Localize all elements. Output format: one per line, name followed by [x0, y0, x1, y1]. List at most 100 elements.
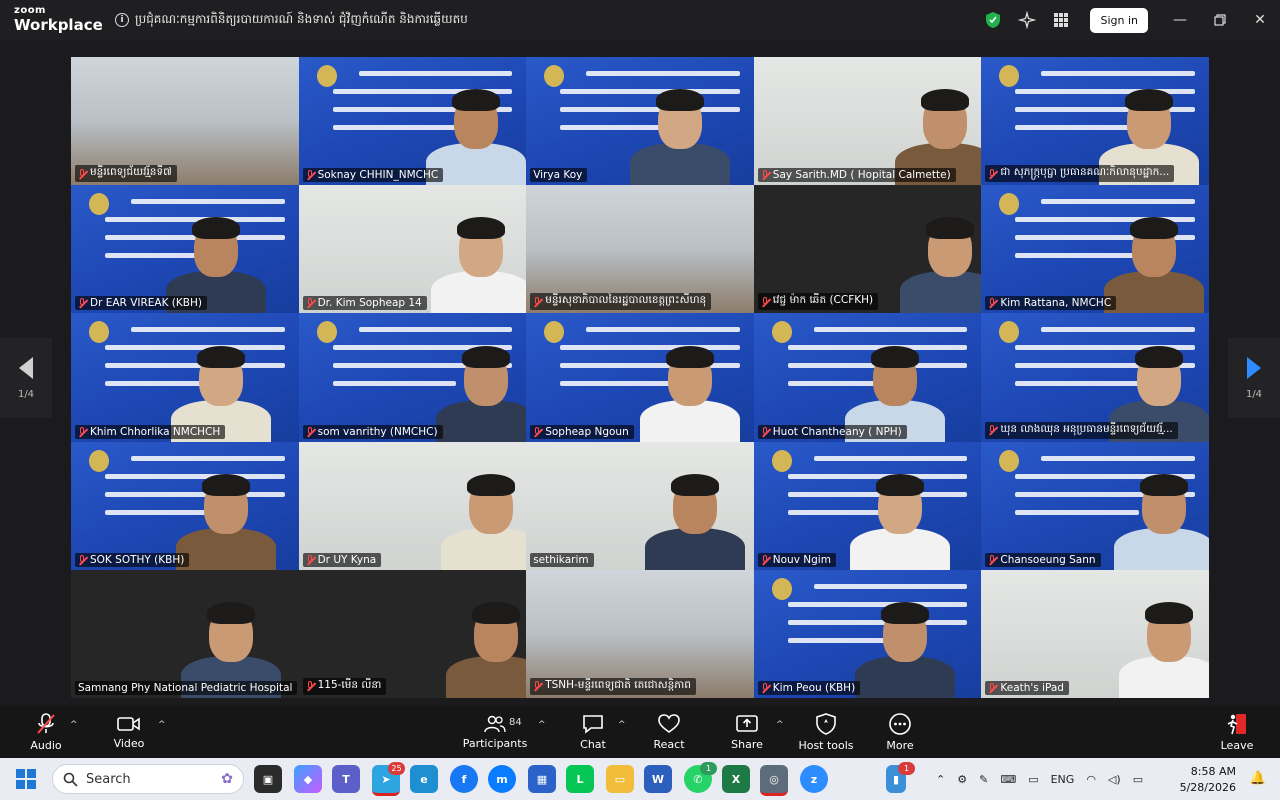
store-icon[interactable]: ▦: [528, 765, 556, 793]
volume-icon[interactable]: ◁): [1108, 773, 1121, 786]
participant-name-label: Dr. Kim Sopheap 14: [302, 296, 427, 311]
participant-name-label: Khim Chhorlika NMCHCH: [75, 424, 226, 439]
pen-icon[interactable]: ✎: [979, 773, 988, 786]
video-tile[interactable]: Huot Chantheany ( NPH): [753, 313, 982, 442]
video-tile[interactable]: Dr EAR VIREAK (KBH): [71, 185, 299, 314]
participants-options-caret[interactable]: ^: [538, 720, 546, 730]
display-icon[interactable]: ▭: [1028, 773, 1038, 786]
video-tile[interactable]: Kim Rattana, NMCHC: [981, 185, 1209, 314]
video-tile[interactable]: Virya Koy: [526, 57, 754, 186]
facebook-icon[interactable]: f: [450, 765, 478, 793]
video-tile[interactable]: វេជ្ជ ម៉ាក ឆើត (CCFKH): [753, 185, 982, 314]
minimize-button[interactable]: —: [1160, 0, 1200, 40]
taskbar-search-box[interactable]: Search ✿: [52, 764, 244, 794]
wifi-icon[interactable]: ◠: [1086, 773, 1096, 786]
video-tile[interactable]: sethikarim: [526, 441, 754, 570]
next-page-button[interactable]: 1/4: [1228, 338, 1280, 418]
apps-grid-icon[interactable]: [1051, 10, 1071, 30]
participant-name-label: Nouv Ngim: [757, 552, 836, 567]
edge-icon[interactable]: e: [410, 765, 438, 793]
video-tile[interactable]: មន្ទីរពេទ្យជ័យវរ្ម័នទី៧: [71, 57, 299, 186]
video-tile[interactable]: Soknay CHHIN_NMCHC: [298, 57, 527, 186]
audio-label: Audio: [30, 738, 62, 752]
video-tile[interactable]: som vanrithy (NMCHC): [298, 313, 527, 442]
keyboard-icon[interactable]: ⌨: [1000, 773, 1016, 786]
battery-icon[interactable]: ▭: [1133, 773, 1143, 786]
video-tile[interactable]: មន្ទីរសុខាភិបាលនៃរដ្ឋបាលខេត្តព្រះសីហនុ: [526, 185, 754, 314]
line-icon[interactable]: L: [566, 765, 594, 793]
system-clock[interactable]: 8:58 AM 5/28/2026: [1180, 764, 1236, 796]
leave-label: Leave: [1220, 738, 1254, 752]
video-options-caret[interactable]: ^: [158, 720, 166, 730]
previous-page-button[interactable]: 1/4: [0, 338, 52, 418]
video-tile[interactable]: Keath's iPad: [981, 569, 1209, 698]
participants-count: 84: [509, 717, 522, 728]
participant-name-label: SOK SOTHY (KBH): [75, 552, 190, 567]
copilot-icon[interactable]: ◆: [294, 765, 322, 793]
ai-companion-icon[interactable]: [1017, 10, 1037, 30]
restore-button[interactable]: [1200, 0, 1240, 40]
windows-start-icon[interactable]: [16, 769, 36, 793]
video-tile[interactable]: Dr UY Kyna: [298, 441, 527, 570]
info-icon[interactable]: i: [115, 13, 129, 27]
chat-button[interactable]: Chat: [578, 706, 608, 758]
participants-button[interactable]: Participants: [463, 706, 527, 758]
emblem-icon: [316, 65, 337, 87]
participant-name: Chansoeung Sann: [1000, 553, 1096, 566]
video-tile[interactable]: Chansoeung Sann: [981, 441, 1209, 570]
participants-icon: [484, 715, 506, 732]
network-settings-icon[interactable]: ⚙: [957, 773, 967, 786]
notification-center-icon[interactable]: 🔔: [1250, 771, 1266, 786]
react-button[interactable]: React: [652, 706, 686, 758]
video-tile[interactable]: ជា សុភក្រ្កបុប្ផា ប្រធានគណៈកិលានុបដ្ឋាក.…: [981, 57, 1209, 186]
show-hidden-icons-chevron-icon[interactable]: ⌃: [936, 773, 945, 786]
system-tray: ⌃ ⚙ ✎ ⌨ ▭ ENG ◠ ◁) ▭: [936, 758, 1143, 800]
language-indicator[interactable]: ENG: [1051, 773, 1075, 786]
video-tile[interactable]: SOK SOTHY (KBH): [71, 441, 299, 570]
video-button[interactable]: Video: [108, 706, 150, 758]
close-button[interactable]: ✕: [1240, 0, 1280, 40]
shield-icon[interactable]: [983, 10, 1003, 30]
video-tile[interactable]: Kim Peou (KBH): [753, 569, 982, 698]
participant-name: Dr UY Kyna: [317, 553, 377, 566]
muted-mic-icon: [306, 426, 315, 437]
video-tile[interactable]: Dr. Kim Sopheap 14: [298, 185, 527, 314]
video-tile[interactable]: Samnang Phy National Pediatric Hospital: [71, 569, 299, 698]
word-icon[interactable]: W: [644, 765, 672, 793]
flower-decoration-icon: ✿: [221, 771, 233, 787]
video-tile[interactable]: 115-មើន លីនា: [298, 569, 527, 698]
participants-label: Participants: [462, 736, 528, 750]
more-label: More: [886, 738, 914, 752]
excel-icon[interactable]: X: [722, 765, 750, 793]
video-tile[interactable]: Say Sarith.MD ( Hopital Calmette): [753, 57, 982, 186]
share-button[interactable]: Share: [730, 706, 764, 758]
muted-mic-icon: [306, 554, 315, 565]
participant-name-label: Kim Rattana, NMCHC: [985, 296, 1117, 311]
leave-button[interactable]: Leave: [1220, 706, 1254, 758]
meeting-title[interactable]: i ប្រជុំគណៈកម្មការពិនិត្យរបាយការណ៍ និងទា…: [115, 11, 468, 29]
chat-options-caret[interactable]: ^: [618, 720, 626, 730]
screen-capture-icon[interactable]: ◎: [760, 765, 788, 796]
share-options-caret[interactable]: ^: [776, 720, 784, 730]
zoom-taskbar-icon[interactable]: z: [800, 765, 828, 793]
participant-name: Kim Rattana, NMCHC: [1000, 297, 1112, 310]
muted-mic-icon: [761, 554, 770, 565]
video-tile[interactable]: Nouv Ngim: [753, 441, 982, 570]
messenger-icon[interactable]: m: [488, 765, 516, 793]
task-view-icon[interactable]: ▣: [254, 765, 282, 793]
video-tile[interactable]: ឃុន លាងឈុន អនុប្រធានមន្ទីរពេទ្យជ័យវរ្ម័.…: [981, 313, 1209, 442]
file-explorer-icon[interactable]: ▭: [606, 765, 634, 793]
audio-options-caret[interactable]: ^: [70, 720, 78, 730]
host-tools-button[interactable]: Host tools: [798, 706, 854, 758]
participant-name: Soknay CHHIN_NMCHC: [317, 169, 439, 182]
participant-video: [630, 75, 731, 186]
audio-button[interactable]: Audio: [26, 706, 66, 758]
sign-in-button[interactable]: Sign in: [1090, 7, 1148, 33]
video-tile[interactable]: Khim Chhorlika NMCHCH: [71, 313, 299, 442]
teams-icon[interactable]: T: [332, 765, 360, 793]
more-button[interactable]: More: [883, 706, 917, 758]
muted-mic-icon: [306, 298, 315, 308]
video-tile[interactable]: Sopheap Ngoun: [526, 313, 754, 442]
participant-name-label: Chansoeung Sann: [985, 552, 1101, 567]
video-tile[interactable]: TSNH-មន្ទីរពេទ្យជាតិ តេជោសន្តិភាព: [526, 569, 754, 698]
